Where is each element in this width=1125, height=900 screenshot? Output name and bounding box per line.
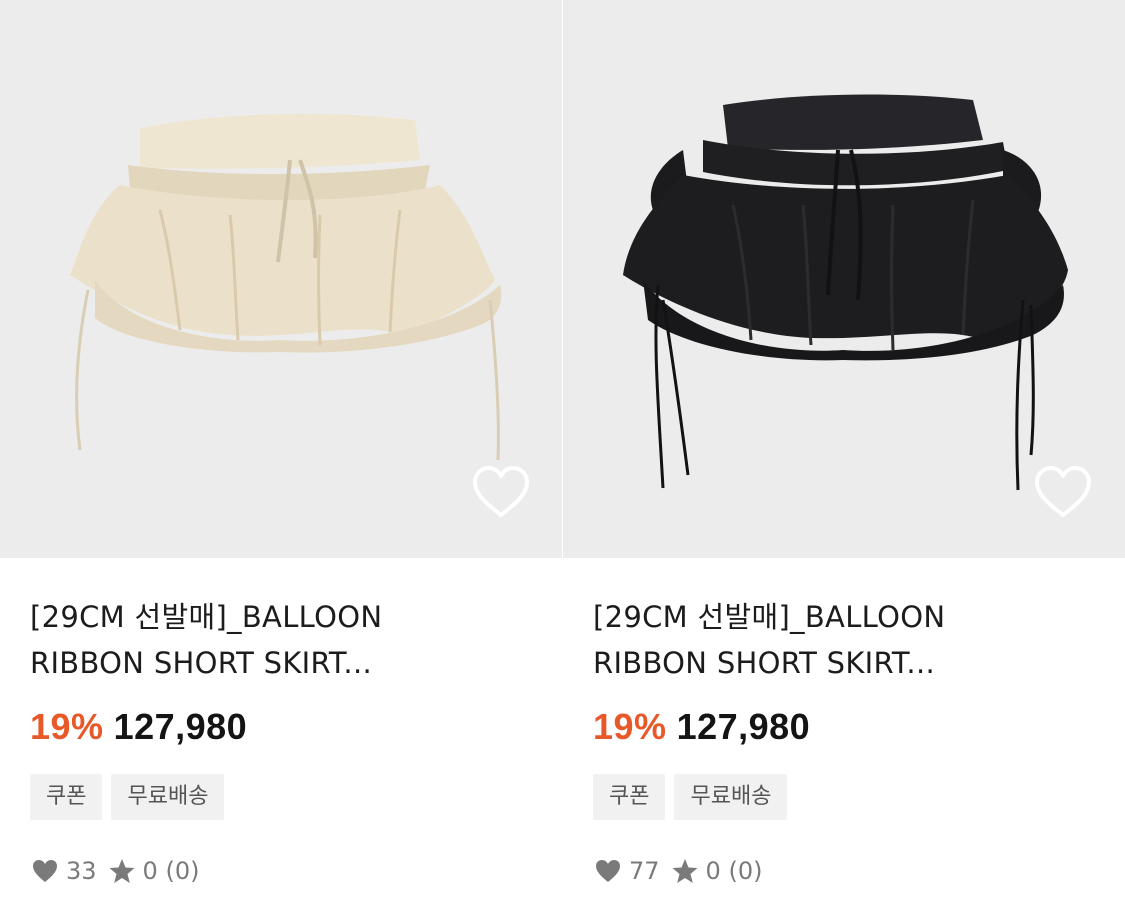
review-count: (0) bbox=[728, 857, 763, 885]
product-image[interactable] bbox=[0, 0, 562, 558]
heart-icon bbox=[33, 860, 57, 882]
product-grid: [29CM 선발매]_BALLOON RIBBON SHORT SKIRT...… bbox=[0, 0, 1125, 900]
tag-free-shipping: 무료배송 bbox=[111, 774, 225, 820]
price: 127,980 bbox=[113, 706, 248, 747]
star-icon bbox=[672, 859, 698, 883]
product-card[interactable]: [29CM 선발매]_BALLOON RIBBON SHORT SKIRT...… bbox=[563, 0, 1125, 900]
review-count: (0) bbox=[165, 857, 200, 885]
product-title-line1: [29CM 선발매]_BALLOON bbox=[30, 600, 383, 634]
tag-list: 쿠폰 무료배송 bbox=[593, 774, 788, 820]
product-title[interactable]: [29CM 선발매]_BALLOON RIBBON SHORT SKIRT... bbox=[593, 594, 1093, 686]
tag-coupon: 쿠폰 bbox=[30, 774, 103, 820]
product-meta: 77 0 (0) bbox=[593, 855, 762, 887]
product-card[interactable]: [29CM 선발매]_BALLOON RIBBON SHORT SKIRT...… bbox=[0, 0, 562, 900]
product-title-line2: RIBBON SHORT SKIRT... bbox=[30, 646, 372, 680]
product-meta: 33 0 (0) bbox=[30, 855, 199, 887]
like-count: 77 bbox=[629, 857, 660, 885]
product-image[interactable] bbox=[563, 0, 1125, 558]
discount-rate: 19% bbox=[30, 706, 104, 747]
price: 127,980 bbox=[676, 706, 811, 747]
wishlist-heart-icon[interactable] bbox=[470, 465, 532, 521]
wishlist-heart-icon[interactable] bbox=[1032, 465, 1094, 521]
price-row: 19% 127,980 bbox=[593, 706, 810, 750]
star-icon bbox=[109, 859, 135, 883]
rating-value: 0 bbox=[142, 857, 158, 885]
like-count: 33 bbox=[66, 857, 97, 885]
product-title[interactable]: [29CM 선발매]_BALLOON RIBBON SHORT SKIRT... bbox=[30, 594, 530, 686]
heart-icon bbox=[596, 860, 620, 882]
price-row: 19% 127,980 bbox=[30, 706, 247, 750]
tag-list: 쿠폰 무료배송 bbox=[30, 774, 225, 820]
product-title-line2: RIBBON SHORT SKIRT... bbox=[593, 646, 935, 680]
discount-rate: 19% bbox=[593, 706, 667, 747]
tag-coupon: 쿠폰 bbox=[593, 774, 666, 820]
rating-value: 0 bbox=[705, 857, 721, 885]
tag-free-shipping: 무료배송 bbox=[674, 774, 788, 820]
product-title-line1: [29CM 선발매]_BALLOON bbox=[593, 600, 946, 634]
